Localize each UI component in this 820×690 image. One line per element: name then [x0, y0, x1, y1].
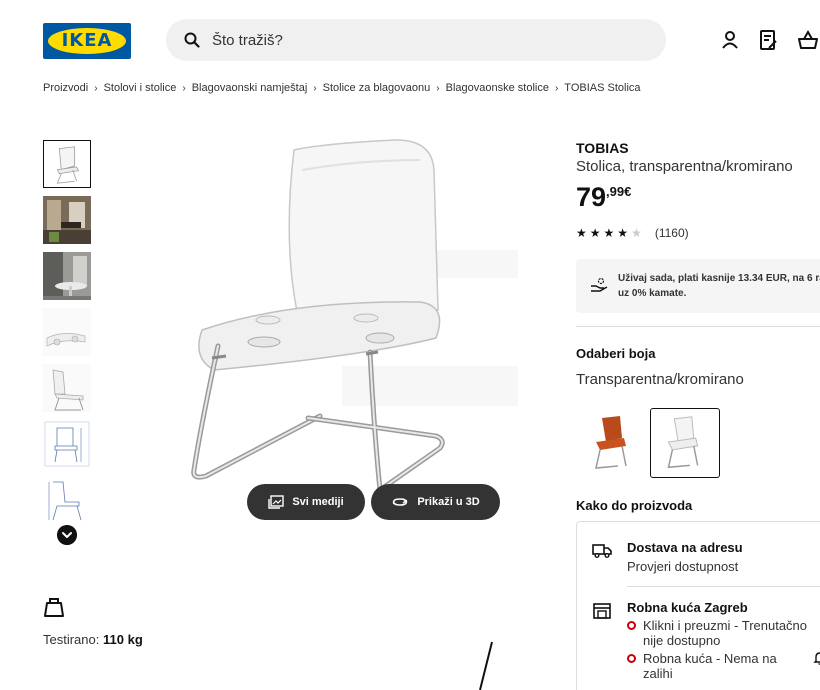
star-icon: ★: [589, 226, 601, 240]
star-icon: ★: [603, 226, 615, 240]
logo-text: IKEA: [61, 30, 113, 51]
truck-icon: [592, 544, 612, 558]
rotate-3d-icon: [393, 498, 408, 506]
star-empty-icon: ★: [631, 226, 642, 240]
availability-box: Dostava na adresu Provjeri dostupnost Ro…: [576, 521, 820, 690]
color-label: Odaberi boja: [576, 346, 656, 361]
gallery-icon: [268, 495, 285, 509]
tested-weight: Testirano: 110 kg: [43, 632, 143, 647]
product-name: TOBIAS: [576, 140, 629, 156]
product-description: Stolica, transparentna/kromirano: [576, 158, 793, 175]
thumbnail-chair-detail[interactable]: [43, 308, 91, 356]
thumbnail-dimensions-side[interactable]: [43, 476, 91, 524]
all-media-label: Svi mediji: [292, 496, 344, 508]
chevron-right-icon: ›: [554, 82, 559, 94]
status-dot-icon: [627, 654, 636, 663]
thumbnail-list: [43, 140, 92, 532]
view-3d-button[interactable]: Prikaži u 3D: [371, 484, 500, 520]
chevron-right-icon: ›: [313, 82, 317, 94]
breadcrumb-item[interactable]: Blagovaonski namještaj: [192, 82, 308, 94]
color-swatch-transparent[interactable]: [650, 408, 720, 478]
star-icon: ★: [576, 226, 587, 240]
store-icon: [593, 603, 611, 619]
breadcrumb-current: TOBIAS Stolica: [564, 82, 641, 94]
star-icon: ★: [617, 226, 629, 240]
color-swatch-brown[interactable]: [578, 408, 648, 478]
shopping-list-icon[interactable]: [756, 28, 780, 52]
view-3d-label: Prikaži u 3D: [417, 496, 480, 508]
breadcrumb-item[interactable]: Stolice za blagovaonu: [323, 82, 431, 94]
price-main: 79: [576, 182, 607, 212]
store-status-text: Klikni i preuzmi - Trenutačno nije dostu…: [643, 618, 808, 648]
cart-icon[interactable]: [796, 28, 820, 52]
home-delivery-title[interactable]: Dostava na adresu: [627, 540, 743, 555]
store-status-item: Robna kuća - Nema na zalihi: [627, 651, 807, 681]
chevron-right-icon: ›: [436, 82, 440, 94]
pen-stroke: [479, 641, 493, 690]
breadcrumb-item[interactable]: Proizvodi: [43, 82, 88, 94]
store-status-item: Klikni i preuzmi - Trenutačno nije dostu…: [627, 618, 807, 648]
search-input[interactable]: [212, 31, 612, 49]
thumbnail-chair-side[interactable]: [43, 364, 91, 412]
bell-icon[interactable]: [813, 650, 820, 666]
thumbnail-dining-photo[interactable]: [43, 252, 91, 300]
chevron-down-icon[interactable]: [57, 525, 77, 545]
hand-coins-icon: [591, 277, 608, 292]
all-media-button[interactable]: Svi mediji: [247, 484, 365, 520]
color-selected: Transparentna/kromirano: [576, 371, 744, 388]
ikea-logo[interactable]: IKEA: [43, 23, 131, 59]
breadcrumb: Proizvodi › Stolovi i stolice › Blagovaons…: [43, 82, 641, 94]
breadcrumb-item[interactable]: Blagovaonske stolice: [446, 82, 549, 94]
home-delivery-sub[interactable]: Provjeri dostupnost: [627, 559, 738, 574]
availability-title: Kako do proizvoda: [576, 498, 693, 513]
product-main-image[interactable]: [170, 130, 530, 530]
payment-text: Uživaj sada, plati kasnije 13.34 EUR, na…: [618, 273, 820, 299]
tested-label: Testirano:: [43, 632, 100, 647]
store-status-text: Robna kuća - Nema na zalihi: [643, 651, 777, 681]
tested-value: 110 kg: [103, 632, 143, 647]
thumbnail-dimensions[interactable]: [43, 420, 91, 468]
product-rating[interactable]: ★ ★ ★ ★ ★ (1160): [576, 226, 689, 240]
search-bar[interactable]: [166, 19, 666, 61]
product-price: 79 ,99€: [576, 182, 631, 212]
status-dot-icon: [627, 621, 636, 630]
store-title[interactable]: Robna kuća Zagreb: [627, 600, 748, 615]
thumbnail-room-photo[interactable]: [43, 196, 91, 244]
rating-count: (1160): [654, 226, 689, 240]
payment-info-box[interactable]: Uživaj sada, plati kasnije 13.34 EUR, na…: [576, 259, 820, 313]
weight-icon: [44, 598, 64, 617]
divider: [627, 586, 820, 587]
divider: [576, 326, 820, 327]
user-icon[interactable]: [718, 28, 742, 52]
breadcrumb-item[interactable]: Stolovi i stolice: [104, 82, 177, 94]
price-decimals: ,99€: [606, 184, 632, 199]
chevron-right-icon: ›: [94, 82, 98, 94]
chevron-right-icon: ›: [182, 82, 186, 94]
search-icon: [184, 32, 200, 48]
thumbnail-chair-front[interactable]: [43, 140, 91, 188]
